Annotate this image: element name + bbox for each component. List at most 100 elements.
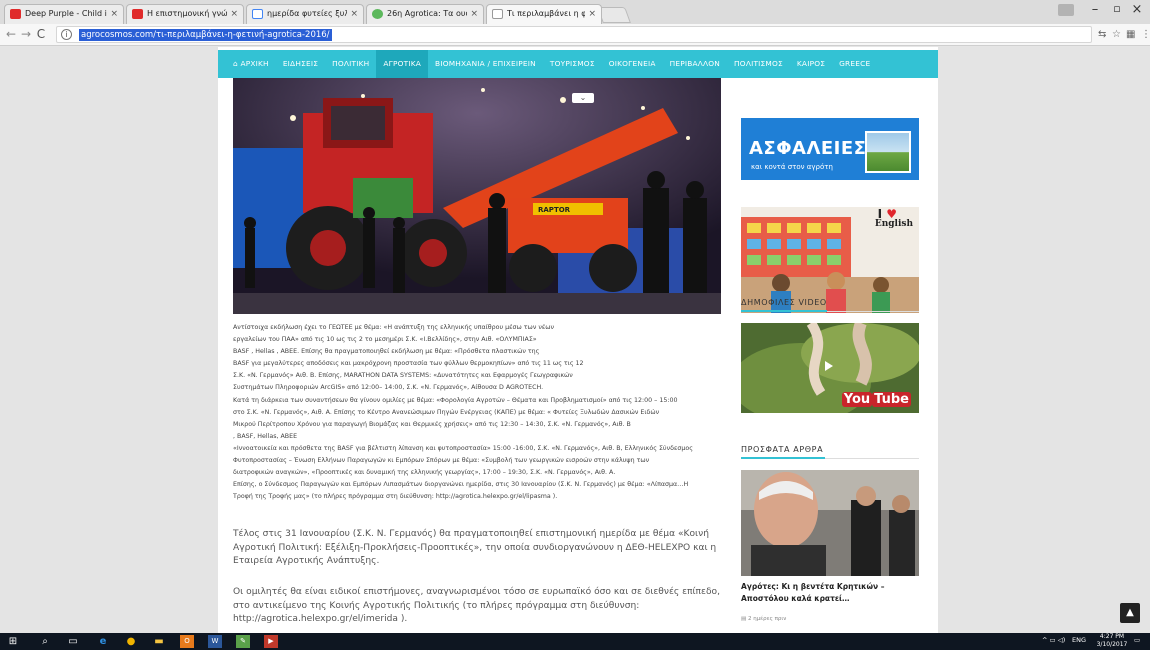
reload-icon[interactable]: C bbox=[34, 27, 48, 41]
main-navigation: ⌂ ΑΡΧΙΚΗ ΕΙΔΗΣΕΙΣ ΠΟΛΙΤΙΚΗ ΑΓΡΟΤΙΚΑ ΒΙΟΜΗΧΑΝ… bbox=[218, 50, 938, 78]
nav-item-1[interactable]: ΕΙΔΗΣΕΙΣ bbox=[276, 50, 325, 78]
youtube-favicon-icon bbox=[10, 9, 21, 19]
tray-icons[interactable]: ^ ▭ ◁) bbox=[1042, 636, 1065, 644]
recent-article-title[interactable]: Αγρότες: Κι η βεντέτα Κρητικών – Αποστόλ… bbox=[741, 581, 919, 605]
article-line: Σ.Κ. «Ν. Γερμανός» Αιθ. Β. Επίσης, MARAT… bbox=[233, 372, 573, 380]
article-paragraph: Οι ομιλητές θα είναι ειδικοί επιστήμονες… bbox=[233, 587, 720, 624]
search-icon[interactable]: ⌕ bbox=[38, 635, 52, 648]
article-line: Μικρού Περίτροπου Χρόνου για παραγωγή Βι… bbox=[233, 420, 631, 428]
article-line: BASF για μεγαλύτερες αποδόσεις και μακρό… bbox=[233, 360, 584, 368]
address-url[interactable]: agrocosmos.com/τι-περιλαμβάνει-η-φετινή-… bbox=[79, 29, 332, 41]
close-icon[interactable]: × bbox=[588, 5, 596, 23]
close-window-icon[interactable]: × bbox=[1126, 2, 1148, 17]
close-icon[interactable]: × bbox=[110, 5, 118, 23]
article-body: Αντίστοιχα εκδήλωση έχει το ΓΕΩΤΕΕ με θέ… bbox=[233, 322, 721, 624]
tab-title: 26η Agrotica: Τα ουσιασ bbox=[387, 9, 467, 18]
tab-title: Τι περιλαμβάνει η φετινή bbox=[507, 9, 585, 18]
extension-icon[interactable]: ▦ bbox=[1126, 29, 1135, 40]
word-icon[interactable]: W bbox=[208, 635, 222, 648]
media-app-icon[interactable]: ▶ bbox=[264, 635, 278, 648]
browser-toolbar: ← → C i agrocosmos.com/τι-περιλαμβάνει-η… bbox=[0, 24, 1150, 46]
article-line: Αντίστοιχα εκδήλωση έχει το ΓΕΩΤΕΕ με θέ… bbox=[233, 324, 555, 331]
browser-tab[interactable]: ημερίδα φυτείες ξυλωδ × bbox=[246, 4, 364, 24]
close-icon[interactable]: × bbox=[470, 5, 478, 23]
popular-videos-heading: ΔΗΜΟΦΙΛΕΣ VIDEO bbox=[741, 298, 827, 307]
maximize-icon[interactable]: ▫ bbox=[1106, 2, 1128, 15]
nav-label: ΑΡΧΙΚΗ bbox=[240, 59, 269, 68]
browser-tab-strip: Deep Purple - Child i × Η επιστημονική γ… bbox=[0, 0, 1150, 24]
google-favicon-icon bbox=[252, 9, 263, 19]
article-line: Φυτοπροστασίας – Ένωση Ελλήνων Παραγωγών… bbox=[233, 457, 650, 465]
page-favicon-icon bbox=[492, 9, 503, 19]
nav-item-2[interactable]: ΠΟΛΙΤΙΚΗ bbox=[325, 50, 376, 78]
nav-item-4[interactable]: ΒΙΟΜΗΧΑΝΙΑ / ΕΠΙΧΕΙΡΕΙΝ bbox=[428, 50, 543, 78]
article-line: στο Σ.Κ. «Ν. Γερμανός», Αιθ. Α. Επίσης τ… bbox=[233, 408, 660, 416]
banner-subtitle: και κοντά στον αγρότη bbox=[751, 163, 833, 171]
nav-item-10[interactable]: GREECE bbox=[832, 50, 877, 78]
play-icon[interactable] bbox=[825, 361, 833, 371]
file-explorer-icon[interactable]: ▬ bbox=[152, 635, 166, 648]
banner-title: ΑΣΦΑΛΕΙΕΣ bbox=[749, 138, 867, 159]
site-favicon-icon bbox=[372, 9, 383, 19]
article-line: εργαλείων του ΠΑΑ» από τις 10 ως τις 2 τ… bbox=[233, 336, 537, 344]
task-view-icon[interactable]: ▭ bbox=[66, 635, 80, 648]
nav-item-0[interactable]: ⌂ ΑΡΧΙΚΗ bbox=[226, 50, 276, 78]
windows-taskbar: ⊞ ⌕ ▭ e ● ▬ O W ✎ ▶ ^ ▭ ◁) ENG 4:27 PM 3… bbox=[0, 633, 1150, 650]
outlook-icon[interactable]: O bbox=[180, 635, 194, 648]
chrome-icon[interactable]: ● bbox=[124, 635, 138, 648]
youtube-favicon-icon bbox=[132, 9, 143, 19]
menu-icon[interactable]: ⋮ bbox=[1141, 29, 1150, 40]
translate-icon[interactable]: ⇆ bbox=[1098, 29, 1106, 40]
nav-item-3[interactable]: ΑΓΡΟΤΙΚΑ bbox=[376, 50, 429, 78]
bookmark-star-icon[interactable]: ☆ bbox=[1112, 29, 1121, 40]
article-line: διατροφικών αναγκών», «Προοπτικές και δυ… bbox=[233, 469, 616, 477]
calendar-icon: ▤ bbox=[741, 616, 747, 622]
booth-sign-text: RAPTOR bbox=[538, 206, 571, 214]
forward-icon[interactable]: → bbox=[19, 27, 33, 41]
close-icon[interactable]: × bbox=[230, 5, 238, 23]
edge-icon[interactable]: e bbox=[96, 635, 110, 648]
tab-title: Η επιστημονική γνώση bbox=[147, 9, 227, 18]
browser-tab[interactable]: Deep Purple - Child i × bbox=[4, 4, 124, 24]
english-label: English bbox=[874, 219, 913, 229]
address-bar[interactable]: i agrocosmos.com/τι-περιλαμβάνει-η-φετιν… bbox=[56, 26, 1092, 43]
page-viewport: ⌂ ΑΡΧΙΚΗ ΕΙΔΗΣΕΙΣ ΠΟΛΙΤΙΚΗ ΑΓΡΟΤΙΚΑ ΒΙΟΜΗΧΑΝ… bbox=[0, 47, 1150, 633]
recent-article-meta: ▤ 2 ημέρες πριν bbox=[741, 616, 787, 622]
article-line: Κατά τη διάρκεια των συναντήσεων θα γίνο… bbox=[233, 396, 678, 404]
article-line: Επίσης, ο Σύνδεσμος Παραγωγών και Εμπόρω… bbox=[233, 481, 689, 489]
windows-start-icon[interactable]: ⊞ bbox=[6, 635, 20, 648]
youtube-logo: You Tube bbox=[841, 392, 911, 407]
popular-video-thumbnail[interactable]: You Tube bbox=[741, 323, 919, 413]
profile-icon[interactable] bbox=[1058, 4, 1074, 16]
nav-item-7[interactable]: ΠΕΡΙΒΑΛΛΟΝ bbox=[663, 50, 727, 78]
browser-tab[interactable]: Η επιστημονική γνώση × bbox=[126, 4, 244, 24]
insurance-ad-banner[interactable]: ΑΣΦΑΛΕΙΕΣ και κοντά στον αγρότη bbox=[741, 78, 919, 180]
nav-item-8[interactable]: ΠΟΛΙΤΙΣΜΟΣ bbox=[727, 50, 790, 78]
scroll-to-top-button[interactable]: ▲ bbox=[1120, 603, 1140, 623]
article-hero-image: RAPTOR bbox=[233, 78, 721, 314]
sheep-image bbox=[865, 131, 911, 173]
language-indicator[interactable]: ENG bbox=[1072, 636, 1086, 644]
info-icon[interactable]: i bbox=[61, 29, 72, 40]
paint-icon[interactable]: ✎ bbox=[236, 635, 250, 648]
recent-articles-heading: ΠΡΟΣΦΑΤΑ ΑΡΘΡΑ bbox=[741, 445, 824, 454]
nav-item-6[interactable]: ΟΙΚΟΓΕΝΕΙΑ bbox=[602, 50, 663, 78]
tab-title: ημερίδα φυτείες ξυλωδ bbox=[267, 9, 347, 18]
notifications-icon[interactable]: ▭ bbox=[1134, 636, 1140, 644]
minimize-icon[interactable]: – bbox=[1084, 2, 1106, 17]
heading-underline bbox=[741, 310, 827, 312]
chevron-down-icon[interactable]: ⌄ bbox=[572, 93, 594, 103]
article-line: Συστημάτων Πληροφοριών ArcGIS» από 12:00… bbox=[233, 384, 544, 392]
tab-title: Deep Purple - Child i bbox=[25, 9, 107, 18]
close-icon[interactable]: × bbox=[350, 5, 358, 23]
nav-item-9[interactable]: ΚΑΙΡΟΣ bbox=[790, 50, 832, 78]
article-paragraph: Τέλος στις 31 Ιανουαρίου (Σ.Κ. Ν. Γερμαν… bbox=[233, 529, 717, 566]
nav-item-5[interactable]: ΤΟΥΡΙΣΜΟΣ bbox=[543, 50, 602, 78]
taskbar-clock[interactable]: 4:27 PM 3/10/2017 bbox=[1094, 633, 1130, 649]
browser-tab-active[interactable]: Τι περιλαμβάνει η φετινή × bbox=[486, 4, 602, 24]
new-tab-button[interactable] bbox=[597, 7, 631, 23]
browser-tab[interactable]: 26η Agrotica: Τα ουσιασ × bbox=[366, 4, 484, 24]
recent-article-image[interactable] bbox=[741, 470, 919, 576]
back-icon[interactable]: ← bbox=[4, 27, 18, 41]
article-line: , BASF, Hellas, ABEE bbox=[233, 432, 298, 440]
